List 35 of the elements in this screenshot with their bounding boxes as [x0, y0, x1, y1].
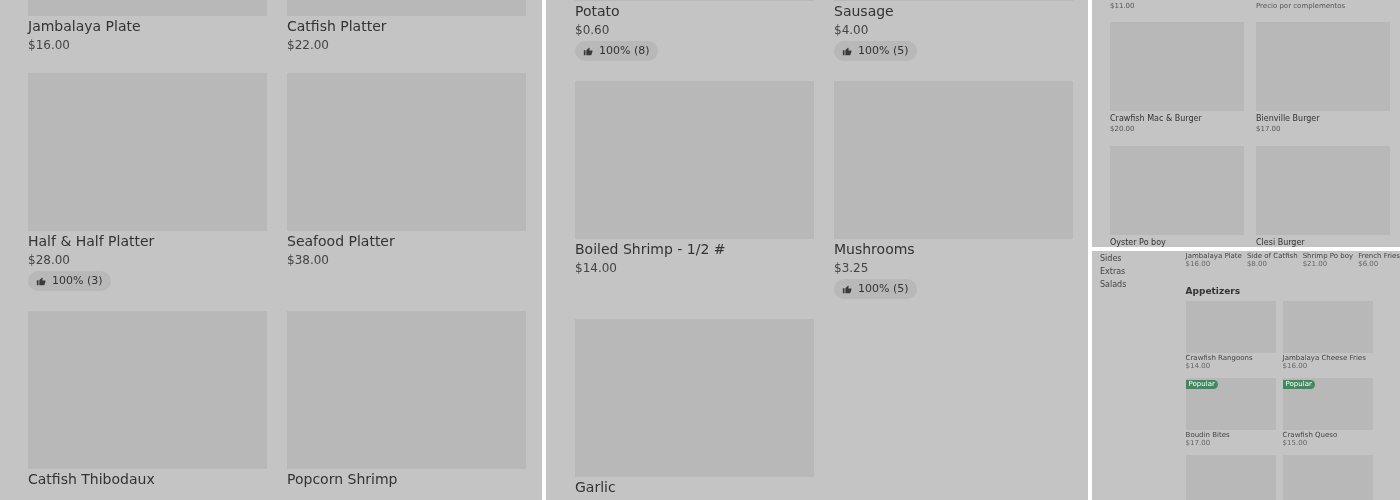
item-price: $0.60 [575, 22, 611, 38]
item-name: Catfish Thibodaux [28, 470, 156, 488]
item-name: Seafood Platter [287, 232, 396, 250]
rating-text: 100% (5) [858, 280, 909, 297]
thumbs-up-icon [583, 46, 593, 56]
item-name: Oyster Po boy [1110, 237, 1167, 247]
sidebar-item[interactable]: Sides [1100, 254, 1186, 264]
item-name: Clesi Burger [1256, 237, 1306, 247]
item-price: $16.00 [28, 37, 71, 53]
rating-text: 100% (5) [858, 42, 909, 59]
item-price: $14.00 [575, 260, 618, 276]
item-name: Mushrooms [834, 240, 916, 258]
thumbs-up-icon [36, 276, 46, 286]
item-price: $3.25 [834, 260, 870, 276]
item-name: Potato [575, 2, 621, 20]
rating-text: 100% (3) [52, 272, 103, 289]
sidebar-item[interactable]: Salads [1100, 280, 1186, 290]
item-name: Garlic [575, 478, 617, 496]
item-price: $38.00 [287, 252, 330, 268]
item-name: Sausage [834, 2, 895, 20]
item-name: Jambalaya Plate [28, 17, 142, 35]
section-heading: Appetizers [1185, 286, 1242, 297]
item-price: $22.00 [287, 37, 330, 53]
thumbs-up-icon [842, 46, 852, 56]
sidebar-item[interactable]: Extras [1100, 267, 1186, 277]
item-name: Bienville Burger [1256, 113, 1321, 124]
rating-text: 100% (8) [599, 42, 650, 59]
item-name: Half & Half Platter [28, 232, 156, 250]
item-price: $4.00 [834, 22, 870, 38]
item-price: $28.00 [28, 252, 71, 268]
item-name: Popcorn Shrimp [287, 470, 399, 488]
thumbs-up-icon [842, 284, 852, 294]
item-name: Catfish Platter [287, 17, 388, 35]
item-name: Boiled Shrimp - 1/2 # [575, 240, 727, 258]
item-name: Crawfish Mac & Burger [1110, 113, 1203, 124]
